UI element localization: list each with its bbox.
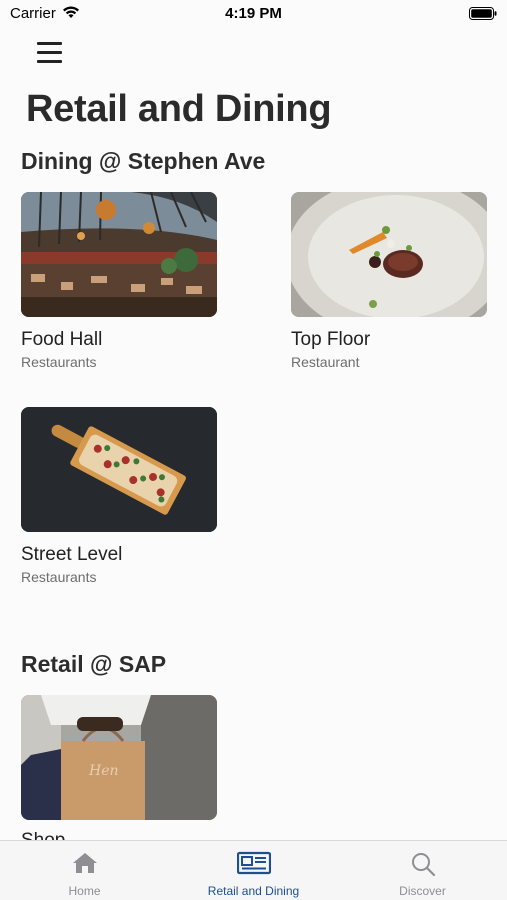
- clock: 4:19 PM: [225, 5, 282, 22]
- card-top-floor[interactable]: Top Floor Restaurant: [291, 192, 487, 370]
- battery-icon: [469, 7, 497, 25]
- card-street-level[interactable]: Street Level Restaurants: [21, 407, 217, 585]
- svg-text:Hen: Hen: [88, 763, 119, 779]
- tab-home[interactable]: Home: [0, 841, 169, 900]
- card-food-hall[interactable]: Food Hall Restaurants: [21, 192, 217, 370]
- tab-discover[interactable]: Discover: [338, 841, 507, 900]
- plated-dish-photo: [291, 192, 487, 317]
- shopping-bag-photo: Hen: [21, 695, 217, 820]
- page-title: Retail and Dining: [26, 88, 332, 130]
- card-title: Street Level: [21, 544, 123, 565]
- menu-icon: [37, 42, 62, 45]
- flatbread-photo: [21, 407, 217, 532]
- card-shop[interactable]: Hen: [21, 695, 217, 820]
- card-subtitle: Restaurants: [21, 354, 97, 370]
- card-title: Top Floor: [291, 329, 371, 350]
- card-subtitle: Restaurant: [291, 354, 360, 370]
- magnifier-icon: [411, 853, 435, 877]
- card-title: Food Hall: [21, 329, 103, 350]
- tab-label: Home: [68, 884, 101, 898]
- section-title-retail: Retail @ SAP: [21, 651, 167, 677]
- menu-button[interactable]: [34, 40, 64, 66]
- tab-label: Retail and Dining: [207, 884, 300, 898]
- menu-icon: [37, 51, 62, 54]
- card-subtitle: Restaurants: [21, 569, 97, 585]
- food-hall-photo: [21, 192, 217, 317]
- status-bar: Carrier 4:19 PM: [0, 0, 507, 28]
- newspaper-icon: [236, 851, 271, 875]
- house-icon: [72, 853, 97, 873]
- section-title-dining: Dining @ Stephen Ave: [21, 148, 266, 174]
- tab-bar: Home Retail and Dining Discover: [0, 840, 507, 900]
- menu-icon: [37, 60, 62, 63]
- tab-retail-and-dining[interactable]: Retail and Dining: [169, 841, 338, 900]
- tab-label: Discover: [399, 884, 446, 898]
